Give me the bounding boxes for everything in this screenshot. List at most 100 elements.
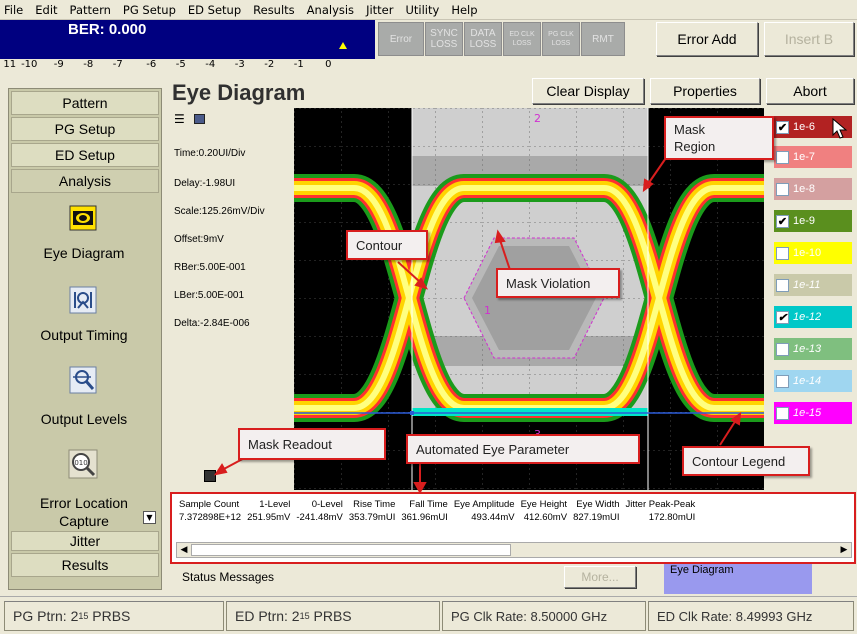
ber-scale-tick: -8 xyxy=(83,59,94,70)
contour-checkbox[interactable] xyxy=(776,150,789,164)
contour-item-1e-12[interactable]: ✔ 1e-12 xyxy=(774,306,852,328)
contour-checkbox[interactable]: ✔ xyxy=(776,310,789,324)
contour-item-1e-15[interactable]: 1e-15 xyxy=(774,402,852,424)
nav-jitter[interactable]: Jitter xyxy=(11,531,159,551)
contour-label: 1e-15 xyxy=(793,407,822,419)
table-header: 0-Level xyxy=(311,499,343,510)
contour-item-1e-9[interactable]: ✔ 1e-9 xyxy=(774,210,852,232)
nav-scroll-down-icon[interactable]: ▼ xyxy=(143,511,156,524)
table-header: Sample Count xyxy=(179,499,240,510)
table-row: 7.372898E+12 251.95mV -241.48mV 353.79mU… xyxy=(176,511,698,524)
marker-1-label: 1 xyxy=(484,304,491,317)
insert-b-button[interactable]: Insert B xyxy=(764,22,854,56)
menu-utility[interactable]: Utility xyxy=(399,3,445,17)
menu-ed-setup[interactable]: ED Setup xyxy=(182,3,247,17)
readout-time: Time:0.20UI/Div xyxy=(174,148,246,159)
menu-edit[interactable]: Edit xyxy=(29,3,63,17)
menu-file[interactable]: File xyxy=(0,3,29,17)
contour-item-1e-11[interactable]: 1e-11 xyxy=(774,274,852,296)
menu-pattern[interactable]: Pattern xyxy=(64,3,117,17)
contour-item-1e-7[interactable]: 1e-7 xyxy=(774,146,852,168)
mask-readout-icon[interactable] xyxy=(204,470,216,482)
eye-diagram-status-tab[interactable]: Eye Diagram xyxy=(664,564,812,594)
output-levels-icon[interactable] xyxy=(68,365,98,395)
properties-button[interactable]: Properties xyxy=(650,78,760,104)
contour-label: 1e-12 xyxy=(793,311,822,323)
error-add-button[interactable]: Error Add xyxy=(656,22,758,56)
status-messages: Status Messages xyxy=(172,566,562,588)
menu-pg-setup[interactable]: PG Setup xyxy=(117,3,182,17)
data-loss-indicator: DATA LOSS xyxy=(464,22,502,56)
contour-checkbox[interactable] xyxy=(776,246,789,260)
menu-help[interactable]: Help xyxy=(445,3,483,17)
contour-item-1e-8[interactable]: 1e-8 xyxy=(774,178,852,200)
table-header-row: Sample Count 1-Level 0-Level Rise Time F… xyxy=(176,498,698,511)
ber-marker-icon xyxy=(339,42,347,49)
ed-clk-loss-indicator: ED CLK LOSS xyxy=(503,22,541,56)
readout-lber: LBer:5.00E-001 xyxy=(174,290,245,301)
nav-ed-setup[interactable]: ED Setup xyxy=(11,143,159,167)
contour-label: 1e-6 xyxy=(793,121,816,133)
contour-label: 1e-14 xyxy=(793,375,822,387)
horizontal-scrollbar[interactable]: ◀ ▶ xyxy=(176,542,852,558)
pg-clk-loss-indicator: PG CLK LOSS xyxy=(542,22,580,56)
output-timing-icon[interactable] xyxy=(68,285,98,315)
ber-display: BER: 0.000 11 -10 -9 -8 -7 -6 -5 -4 -3 -… xyxy=(0,20,375,78)
ber-scale-tick: -6 xyxy=(146,59,157,70)
pg-clock-rate: PG Clk Rate: 8.50000 GHz xyxy=(442,601,646,631)
abort-button[interactable]: Abort xyxy=(766,78,854,104)
contour-item-1e-13[interactable]: 1e-13 xyxy=(774,338,852,360)
save-icon[interactable] xyxy=(194,114,205,124)
table-header: Eye Amplitude xyxy=(453,499,515,510)
ber-scale-tick: -2 xyxy=(264,59,275,70)
contour-checkbox[interactable] xyxy=(776,278,789,292)
nav-output-levels-label[interactable]: Output Levels xyxy=(9,411,159,427)
contour-item-1e-10[interactable]: 1e-10 xyxy=(774,242,852,264)
menu-jitter[interactable]: Jitter xyxy=(360,3,399,17)
scroll-left-icon[interactable]: ◀ xyxy=(177,543,191,557)
contour-item-1e-14[interactable]: 1e-14 xyxy=(774,370,852,392)
error-location-icon[interactable]: 010 xyxy=(68,449,98,479)
contour-checkbox[interactable] xyxy=(776,406,789,420)
table-cell: 827.19mUI xyxy=(573,512,620,523)
contour-checkbox[interactable] xyxy=(776,374,789,388)
ber-scale-tick: -4 xyxy=(205,59,216,70)
list-view-icon[interactable]: ☰ xyxy=(174,112,185,126)
nav-error-location-label[interactable]: Error Location xyxy=(9,495,159,511)
contour-label: 1e-9 xyxy=(793,215,816,227)
contour-checkbox[interactable] xyxy=(776,342,789,356)
table-header: Eye Width xyxy=(576,499,620,510)
nav-results[interactable]: Results xyxy=(11,553,159,577)
readout-delta: Delta:-2.84E-006 xyxy=(174,318,250,329)
bottom-status-bar: PG Ptrn: 2 15 PRBS ED Ptrn: 2 15 PRBS PG C… xyxy=(0,596,857,634)
automated-eye-parameter-table: Sample Count 1-Level 0-Level Rise Time F… xyxy=(170,492,856,564)
ber-scale-tick: -10 xyxy=(21,59,38,70)
eye-diagram-icon[interactable] xyxy=(68,203,98,233)
callout-contour-legend: Contour Legend xyxy=(682,446,810,476)
menu-results[interactable]: Results xyxy=(247,3,301,17)
page-title: Eye Diagram xyxy=(172,80,306,105)
contour-checkbox[interactable]: ✔ xyxy=(776,120,789,134)
nav-analysis[interactable]: Analysis xyxy=(11,169,159,193)
readout-delay: Delay:-1.98UI xyxy=(174,178,236,189)
scrollbar-thumb[interactable] xyxy=(191,544,511,556)
clear-display-button[interactable]: Clear Display xyxy=(532,78,644,104)
pg-pattern-exponent: 15 xyxy=(78,611,89,621)
callout-mask-region: Mask Region xyxy=(664,116,774,160)
menu-analysis[interactable]: Analysis xyxy=(301,3,360,17)
scroll-right-icon[interactable]: ▶ xyxy=(837,543,851,557)
more-button[interactable]: More... xyxy=(564,566,636,588)
nav-output-timing-label[interactable]: Output Timing xyxy=(9,327,159,343)
nav-pattern[interactable]: Pattern xyxy=(11,91,159,115)
contour-label: 1e-13 xyxy=(793,343,822,355)
nav-eye-diagram-label[interactable]: Eye Diagram xyxy=(9,245,159,261)
ber-scale-tick: -7 xyxy=(112,59,123,70)
ber-scale-tick: 11 xyxy=(3,59,17,70)
ed-clock-rate: ED Clk Rate: 8.49993 GHz xyxy=(648,601,854,631)
callout-mask-violation: Mask Violation xyxy=(496,268,620,298)
contour-checkbox[interactable]: ✔ xyxy=(776,214,789,228)
table-header: Fall Time xyxy=(409,499,448,510)
nav-pg-setup[interactable]: PG Setup xyxy=(11,117,159,141)
nav-capture-label[interactable]: Capture xyxy=(9,513,159,529)
contour-checkbox[interactable] xyxy=(776,182,789,196)
